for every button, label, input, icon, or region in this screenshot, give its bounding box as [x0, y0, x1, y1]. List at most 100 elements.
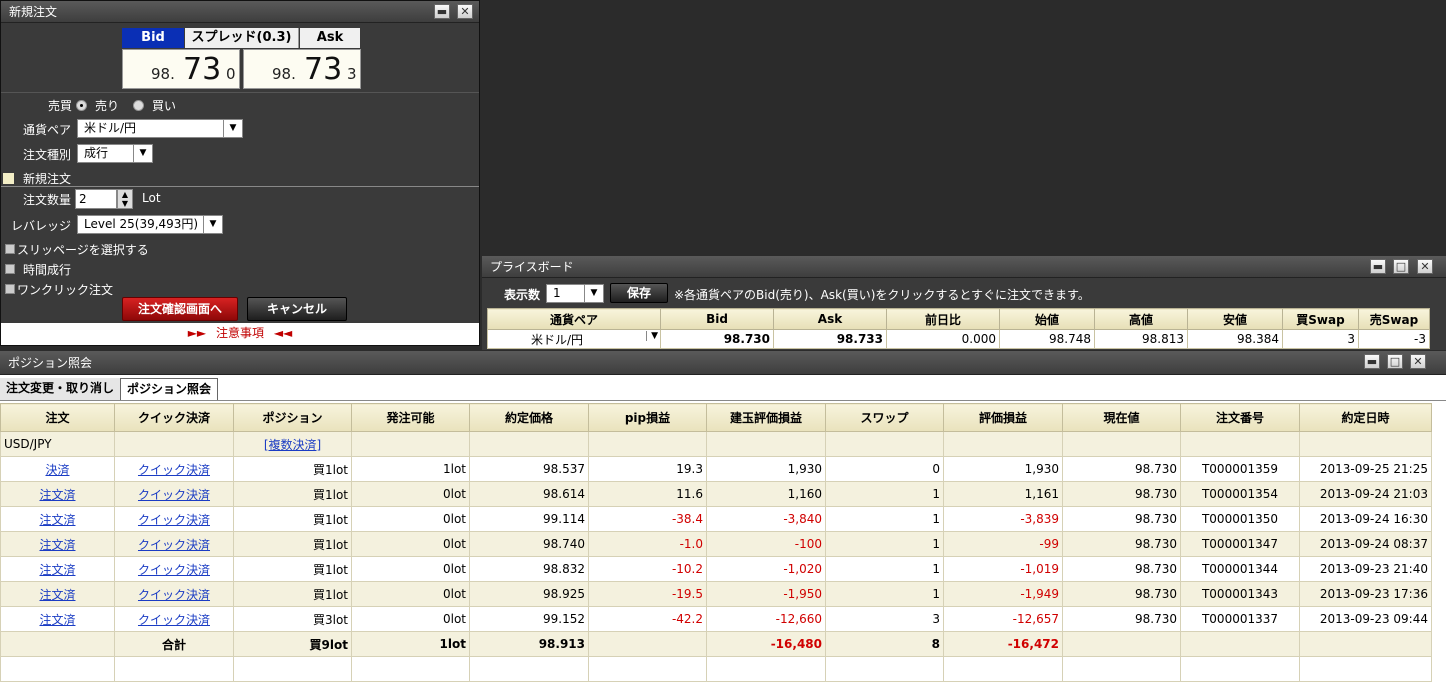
low-cell: 98.384 — [1187, 329, 1283, 349]
close-icon[interactable]: ✕ — [1417, 259, 1433, 274]
swap-cell: 0 — [825, 456, 944, 482]
display-count-select[interactable]: 1 ▼ — [546, 284, 604, 303]
save-button[interactable]: 保存 — [610, 283, 668, 303]
tab-position[interactable]: ポジション照会 — [120, 378, 219, 400]
col-header: 注文番号 — [1180, 403, 1300, 432]
display-count-value: 1 — [553, 286, 561, 300]
cancel-button[interactable]: キャンセル — [247, 297, 347, 321]
quick-settle-link[interactable]: クイック決済 — [138, 538, 210, 552]
total-order-cell — [0, 631, 115, 657]
bid-cell[interactable]: 98.730 — [660, 329, 774, 349]
total-pip-pl-cell — [588, 631, 707, 657]
confirm-order-button[interactable]: 注文確認画面へ — [122, 297, 238, 321]
col-header: pip損益 — [588, 403, 707, 432]
settle-link[interactable]: 注文済 — [39, 588, 75, 602]
exec-price-cell: 98.925 — [469, 581, 589, 607]
pip-pl-cell: -1.0 — [588, 531, 707, 557]
ask-price-big: 73 — [304, 52, 343, 87]
total-row: 合計 買9lot 1lot 98.913 -16,480 8 -16,472 — [0, 631, 1432, 657]
col-header: スワップ — [825, 403, 944, 432]
quick-settle-cell: クイック決済 — [114, 481, 234, 507]
col-header: Ask — [773, 308, 887, 330]
minimize-icon[interactable]: ▬ — [434, 4, 450, 19]
position-pl-cell: -12,660 — [706, 606, 826, 632]
exec-time-cell: 2013-09-23 17:36 — [1299, 581, 1432, 607]
table-row: 注文済 クイック決済 買3lot 0lot 99.152 -42.2 -12,660 3 -12… — [0, 606, 1432, 632]
settle-link[interactable]: 注文済 — [39, 613, 75, 627]
divider — [1, 186, 479, 187]
close-icon[interactable]: ✕ — [1410, 354, 1426, 369]
exec-time-cell: 2013-09-24 21:03 — [1299, 481, 1432, 507]
minimize-icon[interactable]: ▬ — [1370, 259, 1386, 274]
oneclick-checkbox[interactable] — [5, 284, 15, 294]
chevron-down-icon: ▼ — [584, 285, 603, 302]
pair-select[interactable]: 米ドル/円 ▼ — [77, 119, 243, 138]
leverage-select[interactable]: Level 25(39,493円) ▼ — [77, 215, 223, 234]
pair-cell-value: 米ドル/円 — [531, 332, 584, 347]
ask-price-button[interactable]: 98. 73 3 — [243, 49, 361, 89]
settle-link[interactable]: 注文済 — [39, 488, 75, 502]
eval-pl-cell: -12,657 — [943, 606, 1063, 632]
available-cell: 1lot — [351, 456, 470, 482]
quick-settle-link[interactable]: クイック決済 — [138, 588, 210, 602]
position-cell: 買1lot — [233, 506, 352, 532]
quick-settle-link[interactable]: クイック決済 — [138, 463, 210, 477]
order-type-select[interactable]: 成行 ▼ — [77, 144, 153, 163]
available-cell: 0lot — [351, 506, 470, 532]
group-pair-cell: USD/JPY — [0, 431, 115, 457]
notice-link[interactable]: 注意事項 — [216, 326, 264, 340]
quick-settle-cell: クイック決済 — [114, 606, 234, 632]
timed-label: 時間成行 — [23, 263, 72, 277]
pair-cell[interactable]: 米ドル/円 ▼ — [487, 329, 661, 349]
bid-price-big: 73 — [183, 52, 222, 87]
settle-link[interactable]: 注文済 — [39, 513, 75, 527]
bid-header: Bid — [122, 28, 184, 48]
qty-input[interactable]: 2 — [75, 189, 117, 209]
multi-settle-link[interactable]: [複数決済] — [264, 438, 321, 452]
empty-row — [0, 656, 1432, 682]
maximize-icon[interactable]: □ — [1393, 259, 1409, 274]
col-header: 約定日時 — [1299, 403, 1432, 432]
exec-price-cell: 98.740 — [469, 531, 589, 557]
position-panel-titlebar: ポジション照会 ▬ □ ✕ — [0, 351, 1446, 375]
eval-pl-cell: -1,949 — [943, 581, 1063, 607]
total-position-cell: 買9lot — [233, 631, 352, 657]
order-panel-titlebar: 新規注文 ▬ ✕ — [1, 1, 479, 23]
exec-price-cell: 98.614 — [469, 481, 589, 507]
oneclick-label: ワンクリック注文 — [17, 283, 114, 297]
group-row: USD/JPY [複数決済] — [0, 431, 1432, 457]
close-icon[interactable]: ✕ — [457, 4, 473, 19]
total-position-pl-cell: -16,480 — [706, 631, 826, 657]
settle-link[interactable]: 注文済 — [39, 538, 75, 552]
order-number-cell: T000001344 — [1180, 556, 1300, 582]
slippage-checkbox[interactable] — [5, 244, 15, 254]
sell-radio[interactable] — [76, 100, 87, 111]
position-cell: 買1lot — [233, 556, 352, 582]
qty-stepper[interactable]: ▲ ▼ — [117, 189, 133, 209]
ask-cell[interactable]: 98.733 — [773, 329, 887, 349]
timed-checkbox[interactable] — [5, 264, 15, 274]
current-price-cell: 98.730 — [1062, 556, 1181, 582]
order-cell: 注文済 — [0, 581, 115, 607]
quick-settle-link[interactable]: クイック決済 — [138, 513, 210, 527]
maximize-icon[interactable]: □ — [1387, 354, 1403, 369]
bid-price-button[interactable]: 98. 73 0 — [122, 49, 240, 89]
minimize-icon[interactable]: ▬ — [1364, 354, 1380, 369]
buy-radio[interactable] — [133, 100, 144, 111]
tab-order-modify[interactable]: 注文変更・取り消し — [0, 378, 122, 400]
settle-link[interactable]: 決済 — [45, 463, 69, 477]
settle-link[interactable]: 注文済 — [39, 563, 75, 577]
eval-pl-cell: -1,019 — [943, 556, 1063, 582]
quick-settle-link[interactable]: クイック決済 — [138, 488, 210, 502]
price-board-panel: プライスボード ▬ □ ✕ 表示数 1 ▼ 保存 ※各通貨ペアのBid(売り)、… — [482, 256, 1446, 350]
quick-settle-link[interactable]: クイック決済 — [138, 563, 210, 577]
quick-settle-link[interactable]: クイック決済 — [138, 613, 210, 627]
position-pl-cell: -1,950 — [706, 581, 826, 607]
notice-bar: ►► 注意事項 ◄◄ — [1, 323, 479, 345]
swap-cell: 1 — [825, 506, 944, 532]
order-cell: 決済 — [0, 456, 115, 482]
available-cell: 0lot — [351, 556, 470, 582]
bid-price-prefix: 98. — [151, 65, 175, 83]
position-pl-cell: 1,930 — [706, 456, 826, 482]
eval-pl-cell: -3,839 — [943, 506, 1063, 532]
